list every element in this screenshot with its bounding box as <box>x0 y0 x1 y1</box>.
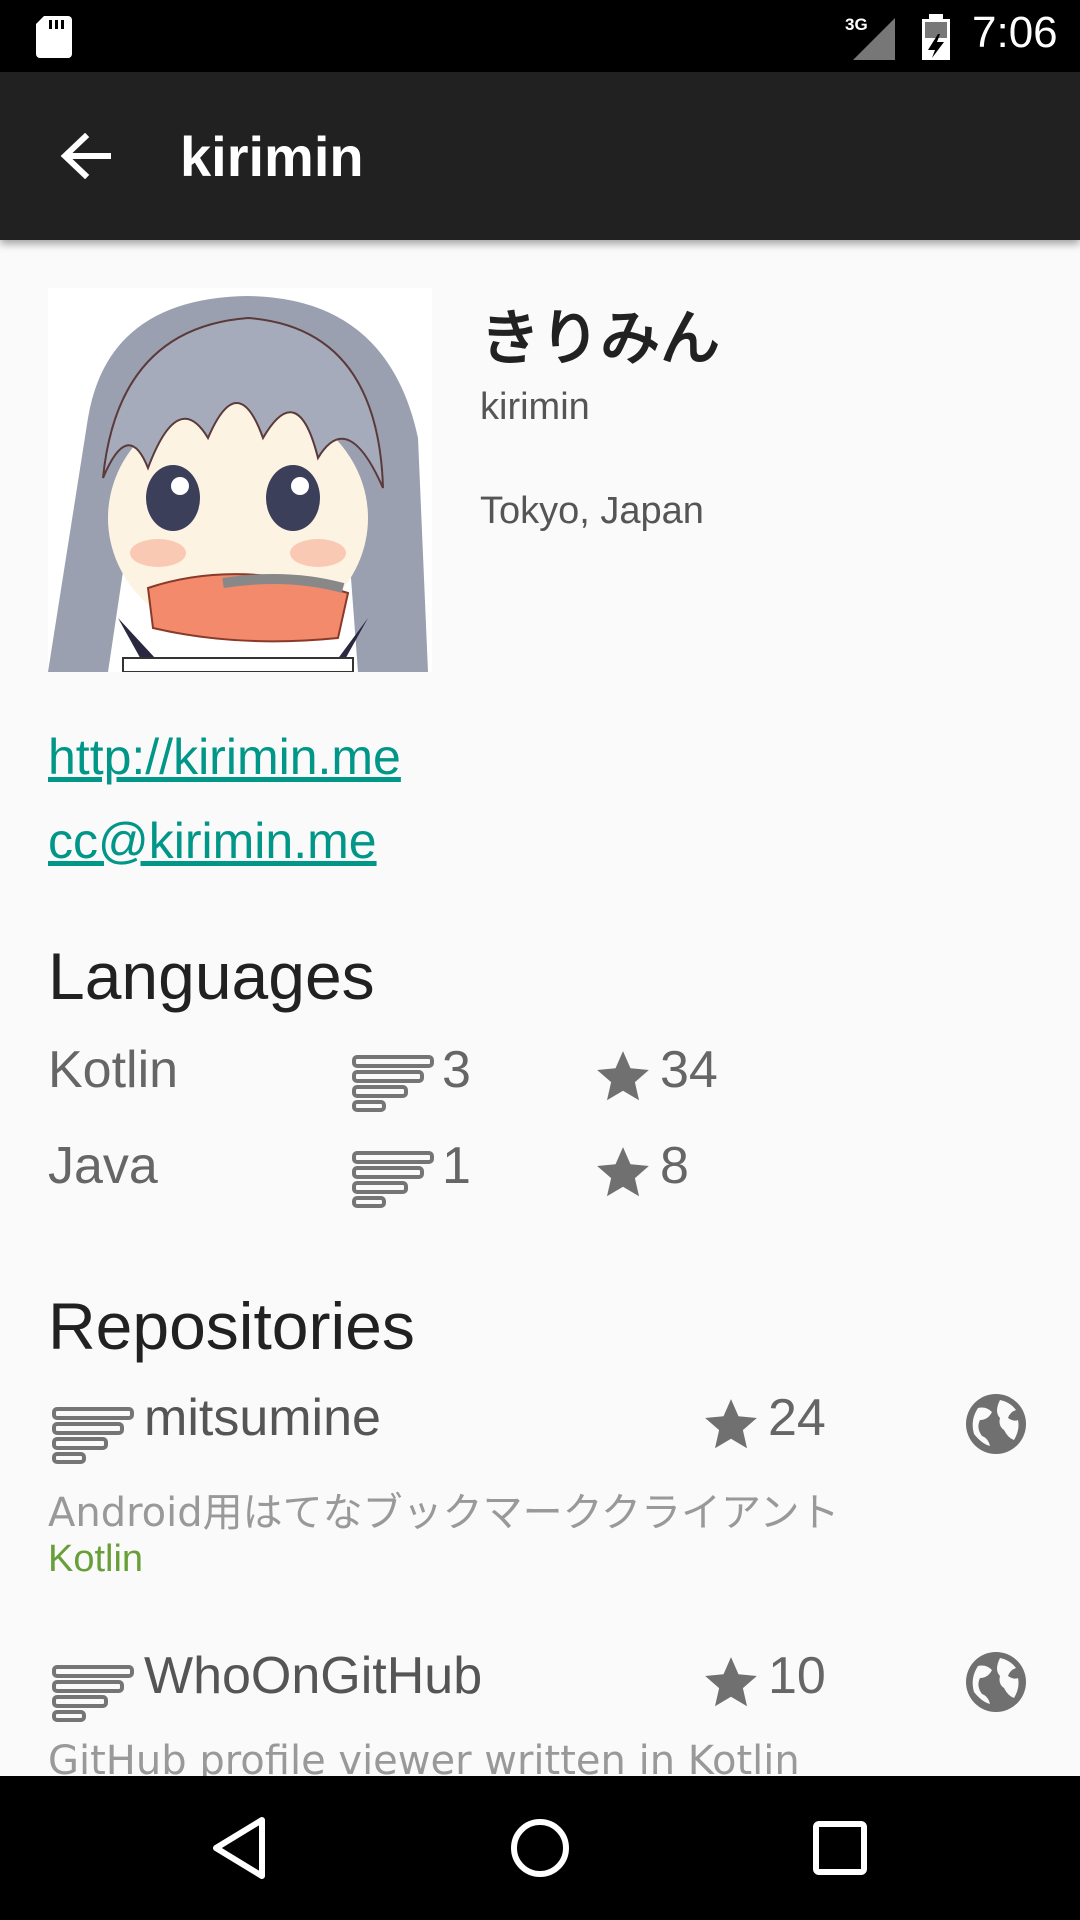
navigation-bar <box>0 1776 1080 1920</box>
display-name: きりみん <box>480 304 720 374</box>
language-repo-count: 1 <box>442 1137 471 1195</box>
location: Tokyo, Japan <box>480 490 704 532</box>
login-name: kirimin <box>480 386 590 428</box>
avatar-image <box>48 288 432 672</box>
repository-item[interactable]: WhoOnGitHub 10 GitHub profile viewer wri… <box>0 1646 1080 1776</box>
repo-icon <box>352 1055 434 1112</box>
sd-card-icon <box>36 16 72 58</box>
page-title: kirimin <box>180 125 364 188</box>
language-name: Java <box>48 1137 158 1195</box>
clock: 7:06 <box>972 8 1058 57</box>
repository-star-count: 24 <box>768 1389 826 1447</box>
back-button[interactable] <box>40 116 130 196</box>
repository-star-count: 10 <box>768 1647 826 1705</box>
repository-description: GitHub profile viewer written in Kotlin <box>48 1738 800 1776</box>
repo-icon <box>52 1407 134 1464</box>
signal-icon: 3G <box>845 15 895 60</box>
repo-icon <box>52 1665 134 1722</box>
star-icon <box>705 1657 757 1707</box>
nav-recents-icon[interactable] <box>804 1812 876 1884</box>
language-star-count: 34 <box>660 1041 718 1099</box>
language-row-kotlin: Kotlin 3 34 <box>0 1040 1080 1120</box>
globe-icon[interactable] <box>964 1650 1028 1714</box>
repository-language: Kotlin <box>48 1538 144 1580</box>
languages-title: Languages <box>48 939 375 1013</box>
nav-home-icon[interactable] <box>504 1812 576 1884</box>
globe-icon[interactable] <box>964 1392 1028 1456</box>
language-repo-count: 3 <box>442 1041 471 1099</box>
email-link[interactable]: cc@kirimin.me <box>48 812 377 870</box>
repository-item[interactable]: mitsumine 24 Android用はてなブックマーククライアント Kot… <box>0 1388 1080 1618</box>
repo-icon <box>352 1151 434 1208</box>
repository-description: Android用はてなブックマーククライアント <box>48 1490 840 1536</box>
star-icon <box>705 1399 757 1449</box>
battery-icon <box>922 14 950 60</box>
repositories-title: Repositories <box>48 1289 415 1363</box>
language-row-java: Java 1 8 <box>0 1136 1080 1216</box>
repository-name: mitsumine <box>144 1389 381 1447</box>
nav-back-icon[interactable] <box>204 1812 276 1884</box>
back-arrow-icon <box>60 133 111 179</box>
star-icon <box>597 1147 649 1197</box>
repository-name: WhoOnGitHub <box>144 1647 483 1705</box>
app-bar: kirimin <box>0 72 1080 240</box>
network-type-label: 3G <box>845 15 868 34</box>
profile-content[interactable]: きりみん kirimin Tokyo, Japan http://kirimin… <box>0 240 1080 1776</box>
language-name: Kotlin <box>48 1041 179 1099</box>
blog-link[interactable]: http://kirimin.me <box>48 728 401 786</box>
status-bar: 3G 7:06 <box>0 0 1080 72</box>
avatar <box>48 288 432 672</box>
star-icon <box>597 1051 649 1101</box>
language-star-count: 8 <box>660 1137 689 1195</box>
